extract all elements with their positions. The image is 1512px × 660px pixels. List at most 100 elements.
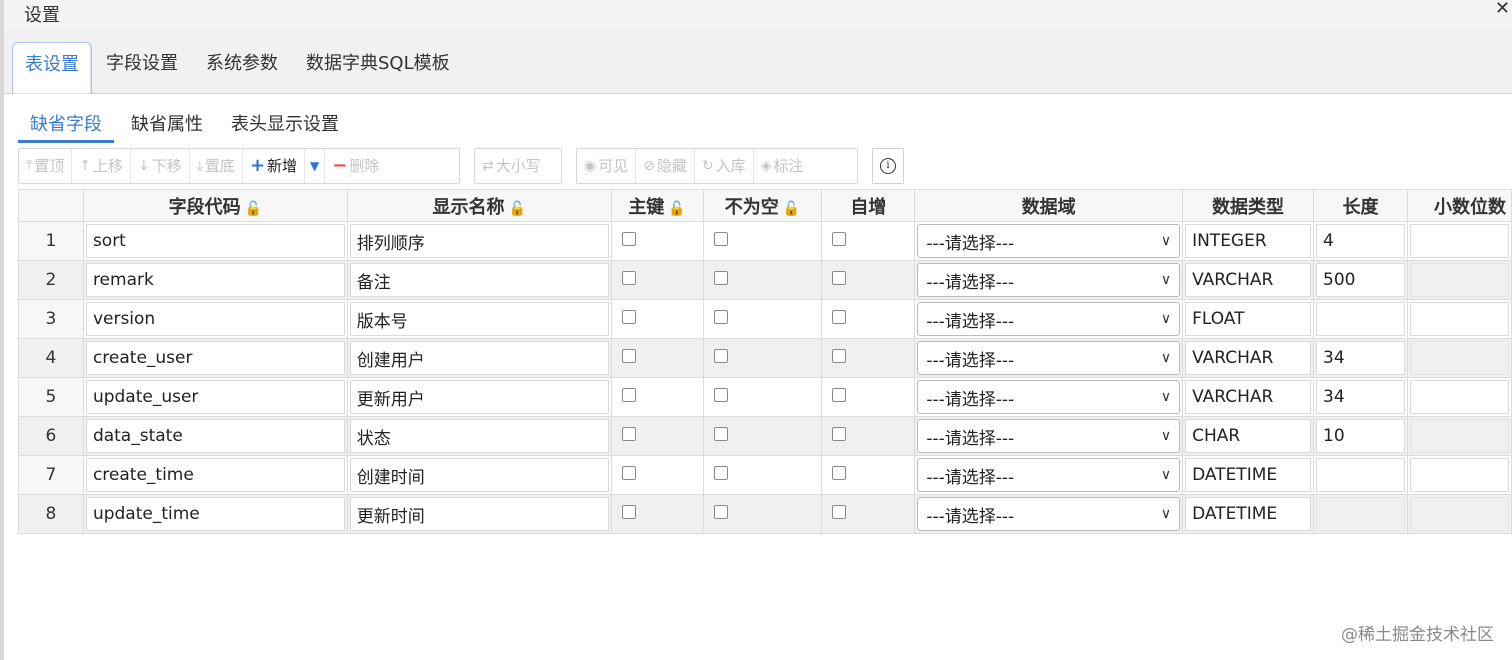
auto-increment-checkbox[interactable] (832, 505, 847, 519)
auto-increment-checkbox[interactable] (832, 349, 847, 363)
display-name-input[interactable]: 状态 (349, 419, 609, 453)
not-null-checkbox[interactable] (713, 427, 728, 441)
data-type-input[interactable]: DATETIME (1185, 497, 1312, 531)
auto-increment-checkbox[interactable] (832, 271, 847, 285)
data-type-input[interactable]: DATETIME (1185, 458, 1312, 492)
length-input[interactable]: 34 (1316, 380, 1405, 414)
data-domain-select[interactable]: ---请选择--- ∨ (917, 497, 1181, 531)
data-type-input[interactable]: CHAR (1185, 419, 1312, 453)
field-code-input[interactable]: update_time (85, 497, 345, 531)
auto-increment-checkbox[interactable] (832, 427, 847, 441)
display-name-input[interactable]: 更新用户 (349, 380, 609, 414)
length-input[interactable]: 10 (1316, 419, 1405, 453)
auto-increment-checkbox[interactable] (832, 466, 847, 480)
subtab-default-fields[interactable]: 缺省字段 (18, 110, 114, 143)
primary-key-checkbox[interactable] (621, 427, 636, 441)
primary-key-checkbox[interactable] (621, 349, 636, 363)
col-not-null[interactable]: 不为空 🔓 (702, 189, 823, 222)
primary-key-checkbox[interactable] (621, 310, 636, 324)
length-input[interactable]: 500 (1316, 263, 1405, 297)
tab-table-settings[interactable]: 表设置 (12, 42, 92, 95)
length-input[interactable]: 34 (1316, 341, 1405, 375)
field-code-input[interactable]: create_time (85, 458, 345, 492)
col-display-name[interactable]: 显示名称 🔓 (346, 189, 612, 222)
data-domain-select[interactable]: ---请选择--- ∨ (917, 419, 1181, 453)
not-null-checkbox[interactable] (713, 271, 728, 285)
length-input[interactable]: 4 (1316, 224, 1405, 258)
col-data-domain[interactable]: 数据域 (914, 189, 1184, 222)
data-type-input[interactable]: VARCHAR (1185, 263, 1312, 297)
import-button[interactable]: ↻ 入库 (695, 149, 754, 183)
add-button[interactable]: + 新增 (243, 149, 306, 183)
data-type-input[interactable]: FLOAT (1185, 302, 1312, 336)
data-type-input[interactable]: INTEGER (1185, 224, 1312, 258)
decimal-input[interactable] (1410, 224, 1509, 258)
not-null-checkbox[interactable] (713, 232, 728, 246)
decimal-input[interactable] (1410, 302, 1509, 336)
case-button[interactable]: ⇄ 大小写 (475, 149, 548, 183)
field-code-input[interactable]: update_user (85, 380, 345, 414)
col-length[interactable]: 长度 (1313, 189, 1408, 222)
primary-key-checkbox[interactable] (621, 388, 636, 402)
move-top-button[interactable]: ⤒ 置顶 (19, 149, 73, 183)
subtab-default-attributes[interactable]: 缺省属性 (119, 110, 215, 140)
primary-key-checkbox[interactable] (621, 505, 636, 519)
data-type-input[interactable]: VARCHAR (1185, 380, 1312, 414)
not-null-checkbox[interactable] (713, 349, 728, 363)
data-type-input[interactable]: VARCHAR (1185, 341, 1312, 375)
decimal-input[interactable] (1410, 419, 1509, 453)
hide-button[interactable]: ⊘ 隐藏 (636, 149, 695, 183)
data-domain-select[interactable]: ---请选择--- ∨ (917, 341, 1181, 375)
display-name-input[interactable]: 备注 (349, 263, 609, 297)
field-code-input[interactable]: create_user (85, 341, 345, 375)
display-name-input[interactable]: 更新时间 (349, 497, 609, 531)
close-icon[interactable]: ✕ (1495, 0, 1510, 20)
not-null-checkbox[interactable] (713, 505, 728, 519)
length-input[interactable] (1316, 302, 1405, 336)
primary-key-checkbox[interactable] (621, 466, 636, 480)
decimal-input[interactable] (1410, 497, 1509, 531)
unlock-icon[interactable]: 🔓 (508, 201, 525, 217)
move-bottom-button[interactable]: ⤓ 置底 (190, 149, 243, 183)
visible-button[interactable]: ◉ 可见 (577, 149, 637, 183)
decimal-input[interactable] (1410, 458, 1509, 492)
subtab-header-display[interactable]: 表头显示设置 (219, 110, 351, 140)
unlock-icon[interactable]: 🔓 (783, 201, 800, 217)
col-data-type[interactable]: 数据类型 (1182, 189, 1315, 222)
decimal-input[interactable] (1410, 263, 1509, 297)
decimal-input[interactable] (1410, 380, 1509, 414)
tab-field-settings[interactable]: 字段设置 (94, 42, 190, 86)
length-input[interactable] (1316, 458, 1405, 492)
not-null-checkbox[interactable] (713, 310, 728, 324)
info-button[interactable]: i (872, 148, 904, 184)
col-field-code[interactable]: 字段代码 🔓 (82, 189, 348, 222)
data-domain-select[interactable]: ---请选择--- ∨ (917, 224, 1181, 258)
data-domain-select[interactable]: ---请选择--- ∨ (917, 458, 1181, 492)
move-up-button[interactable]: ↑ 上移 (72, 149, 131, 183)
tab-system-params[interactable]: 系统参数 (194, 42, 290, 86)
display-name-input[interactable]: 创建时间 (349, 458, 609, 492)
col-auto-increment[interactable]: 自增 (821, 189, 916, 222)
auto-increment-checkbox[interactable] (832, 310, 847, 324)
field-code-input[interactable]: version (85, 302, 345, 336)
auto-increment-checkbox[interactable] (832, 388, 847, 402)
data-domain-select[interactable]: ---请选择--- ∨ (917, 263, 1181, 297)
display-name-input[interactable]: 创建用户 (349, 341, 609, 375)
display-name-input[interactable]: 版本号 (349, 302, 609, 336)
auto-increment-checkbox[interactable] (832, 232, 847, 246)
col-decimal-places[interactable]: 小数位数 (1407, 189, 1512, 222)
data-domain-select[interactable]: ---请选择--- ∨ (917, 380, 1181, 414)
unlock-icon[interactable]: 🔓 (245, 201, 262, 217)
not-null-checkbox[interactable] (713, 466, 728, 480)
add-dropdown-button[interactable]: ▼ (305, 149, 326, 183)
field-code-input[interactable]: sort (85, 224, 345, 258)
primary-key-checkbox[interactable] (621, 271, 636, 285)
delete-button[interactable]: − 删除 (325, 149, 386, 183)
primary-key-checkbox[interactable] (621, 232, 636, 246)
field-code-input[interactable]: data_state (85, 419, 345, 453)
display-name-input[interactable]: 排列顺序 (349, 224, 609, 258)
unlock-icon[interactable]: 🔓 (668, 201, 685, 217)
decimal-input[interactable] (1410, 341, 1509, 375)
col-primary-key[interactable]: 主键 🔓 (610, 189, 704, 222)
annotate-button[interactable]: ◈ 标注 (754, 149, 811, 183)
